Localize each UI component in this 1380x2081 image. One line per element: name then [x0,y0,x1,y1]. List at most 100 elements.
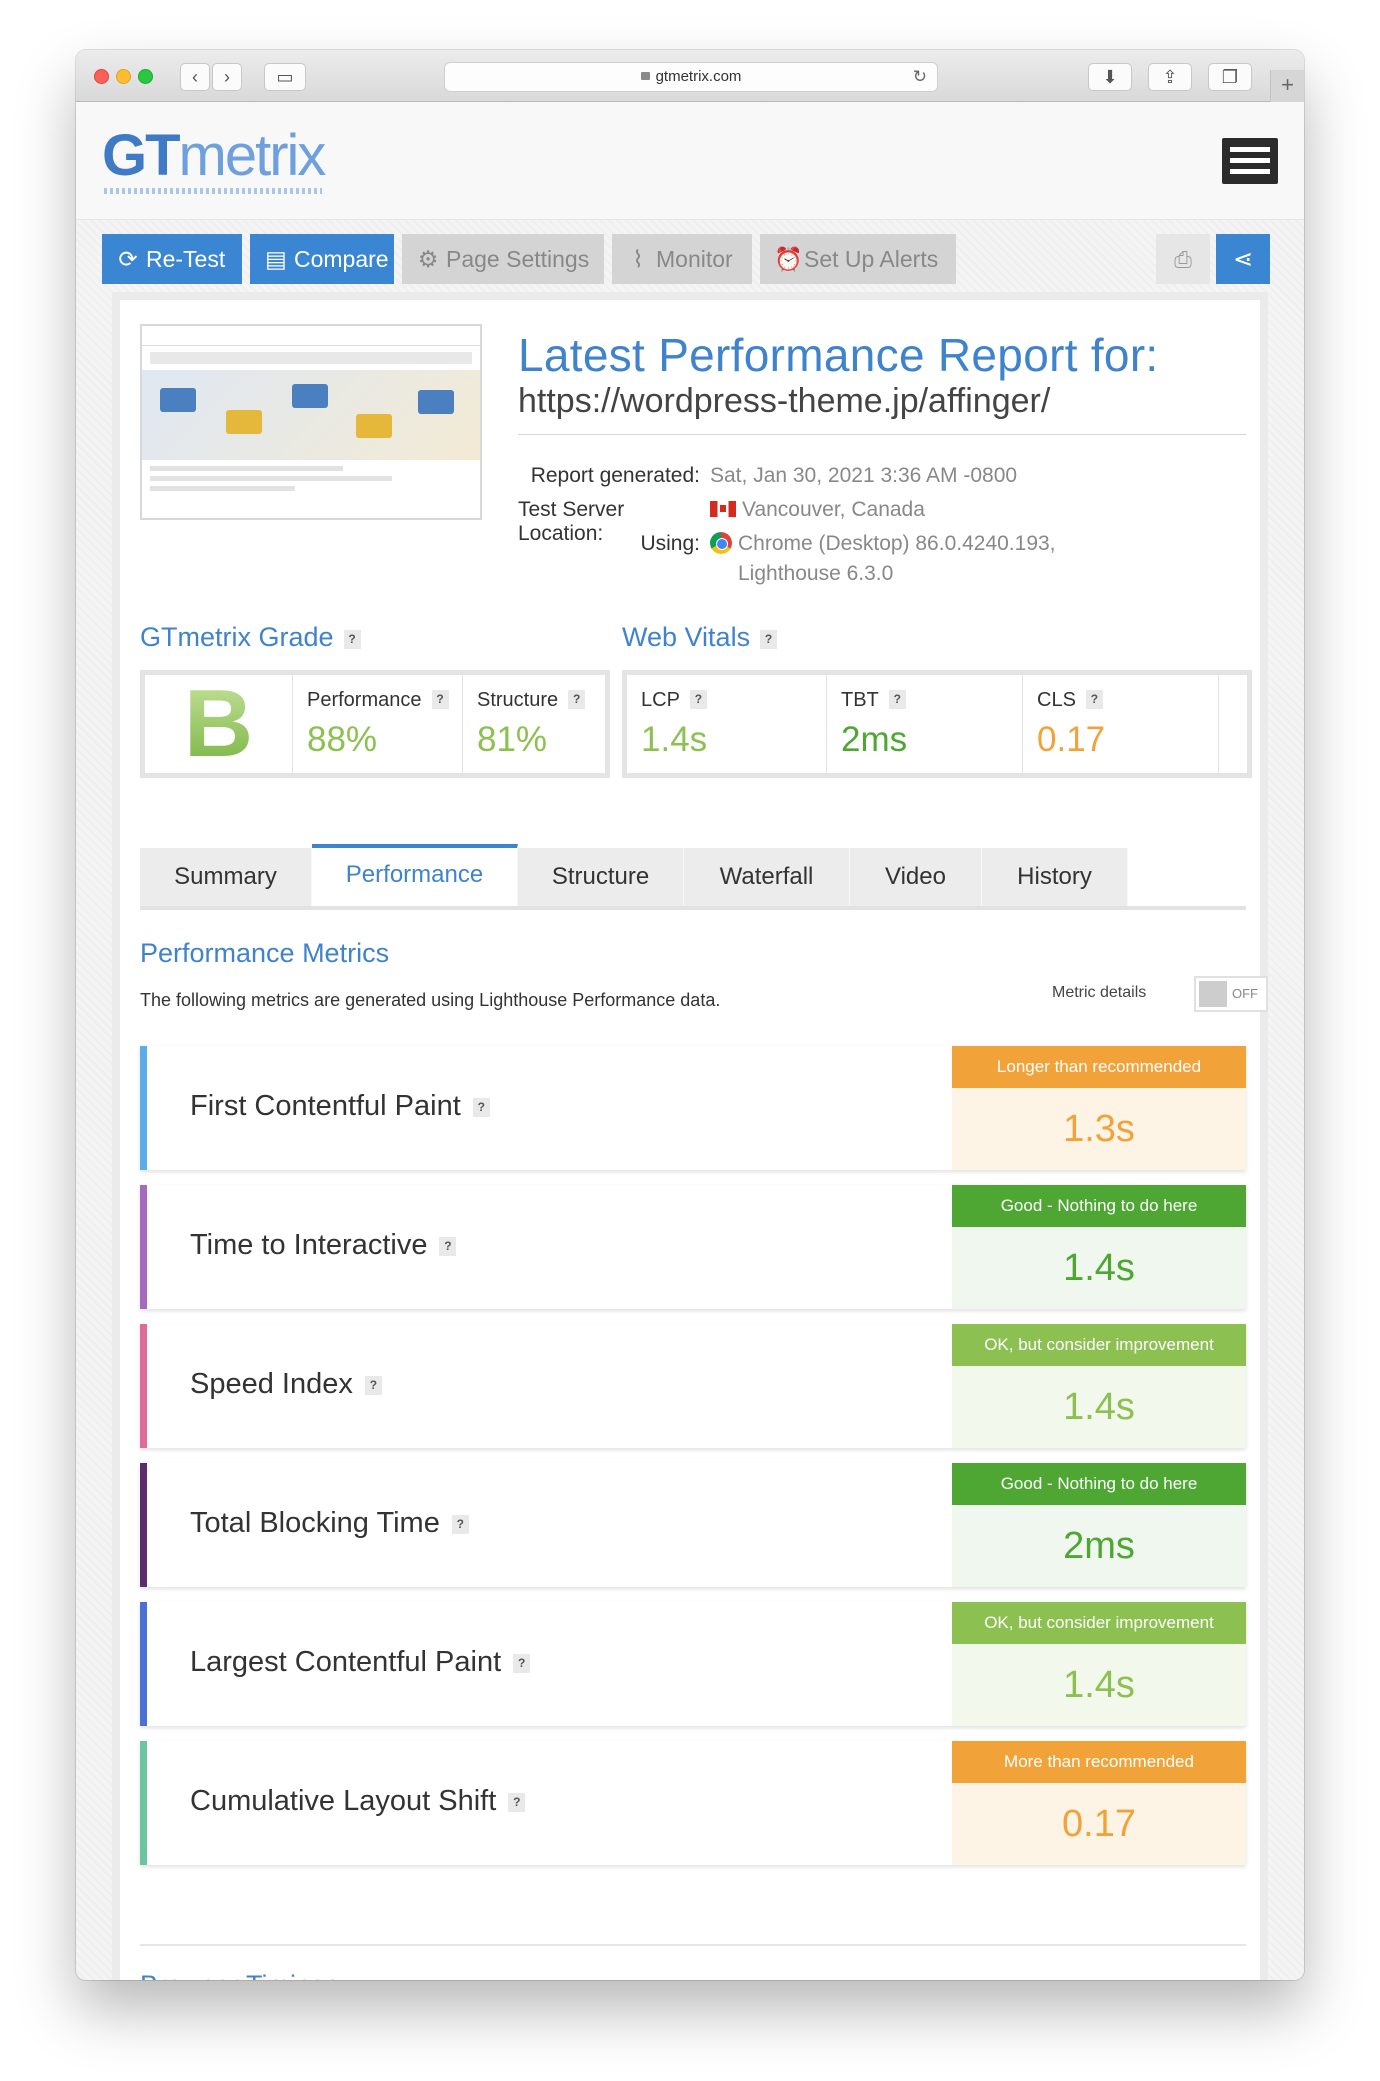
report-toolbar: ⟳ Re-Test ▤ Compare ⚙ Page Settings ⌇ Monito… [76,220,1304,292]
help-icon[interactable]: ? [888,690,906,709]
metric-details-toggle[interactable]: OFF [1194,976,1268,1012]
metric-value: 1.4s [952,1227,1246,1309]
help-icon[interactable]: ? [439,1237,457,1256]
metric-details-label: Metric details [1052,984,1147,1001]
thumbnail-line [150,466,344,471]
metric-value: 1.4s [952,1644,1246,1726]
tab-summary[interactable]: Summary [140,848,312,906]
grade-title: GTmetrix Grade [140,622,334,652]
using-value-1: Chrome (Desktop) 86.0.4240.193, [738,532,1056,555]
reload-icon[interactable]: ↻ [913,63,927,91]
page-settings-button[interactable]: ⚙ Page Settings [402,234,604,284]
back-button[interactable]: ‹ [180,63,210,91]
tbt-label: TBT [841,689,879,711]
alarm-clock-icon: ⏰ [774,246,803,272]
close-window-button[interactable] [94,69,109,84]
metric-value: 0.17 [952,1783,1246,1865]
logo-metrix: metrix [178,123,327,188]
toggle-knob [1199,981,1227,1007]
location-value-wrap: Vancouver, Canada [710,498,925,522]
help-icon[interactable]: ? [508,1793,526,1812]
metric-name: Total Blocking Time [190,1507,440,1539]
compare-button[interactable]: ▤ Compare [250,234,394,284]
gtmetrix-logo[interactable]: GTmetrix [102,122,327,189]
canada-flag-icon [710,501,736,517]
using-value-wrap: Chrome (Desktop) 86.0.4240.193, [710,532,1056,556]
metric-row-speed-index[interactable]: Speed Index? OK, but consider improvemen… [140,1324,1246,1448]
page-settings-label: Page Settings [446,246,590,272]
hamburger-icon [1230,147,1270,152]
metric-color-bar [140,1046,147,1170]
help-icon[interactable]: ? [431,690,449,709]
metric-color-bar [140,1463,147,1587]
sidebar-button[interactable]: ▭ [264,63,306,91]
structure-score-value: 81% [477,720,548,759]
metric-row-tbt[interactable]: Total Blocking Time? Good - Nothing to d… [140,1463,1246,1587]
hamburger-line [1230,158,1270,163]
help-icon[interactable]: ? [1085,690,1103,709]
tab-history[interactable]: History [982,848,1128,906]
help-icon[interactable]: ? [513,1654,531,1673]
thumbnail-header [142,326,480,346]
menu-button[interactable] [1222,138,1278,184]
tab-structure[interactable]: Structure [518,848,684,906]
tabs-overview-button[interactable]: ❐ [1208,63,1252,91]
tabs-icon: ❐ [1221,67,1239,87]
thumbnail-shape [160,388,196,412]
help-icon[interactable]: ? [472,1098,490,1117]
pdf-icon: ⎙ [1174,247,1192,272]
sidebar-icon: ▭ [276,67,294,87]
thumbnail-nav [150,352,472,364]
tab-performance[interactable]: Performance [312,844,518,906]
metric-status: Longer than recommended [952,1046,1246,1088]
gear-icon: ⚙ [417,246,439,272]
monitor-label: Monitor [656,246,733,272]
metric-row-tti[interactable]: Time to Interactive? Good - Nothing to d… [140,1185,1246,1309]
page-screenshot-thumbnail[interactable] [140,324,482,520]
grade-box: B Performance? 88% Structure? 81% [140,670,610,778]
help-icon[interactable]: ? [568,690,586,709]
performance-score-value: 88% [307,720,378,759]
lcp-value: 1.4s [641,720,708,759]
forward-button[interactable]: › [212,63,242,91]
retest-button[interactable]: ⟳ Re-Test [102,234,242,284]
new-tab-button[interactable]: + [1270,70,1304,102]
help-icon[interactable]: ? [364,1376,382,1395]
tab-video[interactable]: Video [850,848,982,906]
metric-row-cls[interactable]: Cumulative Layout Shift? More than recom… [140,1741,1246,1865]
web-vitals-title: Web Vitals [622,622,751,652]
set-up-alerts-button[interactable]: ⏰Set Up Alerts [760,234,956,284]
using-value-2: Lighthouse 6.3.0 [738,562,894,585]
share-report-button[interactable]: ⋖ [1216,234,1270,284]
tab-waterfall[interactable]: Waterfall [684,848,850,906]
logo-gt: GT [102,123,181,188]
address-bar[interactable]: gtmetrix.com ↻ [444,62,938,92]
help-icon[interactable]: ? [451,1515,469,1534]
help-icon[interactable]: ? [689,690,707,709]
report-url[interactable]: https://wordpress-theme.jp/affinger/ [518,382,1050,421]
help-icon[interactable]: ? [343,630,361,649]
structure-score-label: Structure [477,689,559,711]
zoom-window-button[interactable] [138,69,153,84]
share-button[interactable]: ⇪ [1148,63,1192,91]
performance-score-cell: Performance? 88% [293,675,463,773]
cls-value: 0.17 [1037,720,1106,759]
metric-status: OK, but consider improvement [952,1602,1246,1644]
minimize-window-button[interactable] [116,69,131,84]
cls-label: CLS [1037,689,1076,711]
help-icon[interactable]: ? [760,630,778,649]
address-text: gtmetrix.com [655,68,742,85]
pdf-download-button[interactable]: ⎙ [1156,234,1210,284]
downloads-button[interactable]: ⬇ [1088,63,1132,91]
monitor-button[interactable]: ⌇ Monitor [612,234,752,284]
performance-score-label: Performance [307,689,422,711]
metric-status: Good - Nothing to do here [952,1463,1246,1505]
lcp-cell: LCP? 1.4s [627,675,827,773]
thumbnail-line [150,476,392,481]
metric-name: Cumulative Layout Shift [190,1785,497,1817]
metric-row-lcp[interactable]: Largest Contentful Paint? OK, but consid… [140,1602,1246,1726]
metric-row-fcp[interactable]: First Contentful Paint? Longer than reco… [140,1046,1246,1170]
pulse-icon: ⌇ [632,246,644,272]
site-header: GTmetrix [76,102,1304,220]
thumbnail-body [142,460,480,502]
